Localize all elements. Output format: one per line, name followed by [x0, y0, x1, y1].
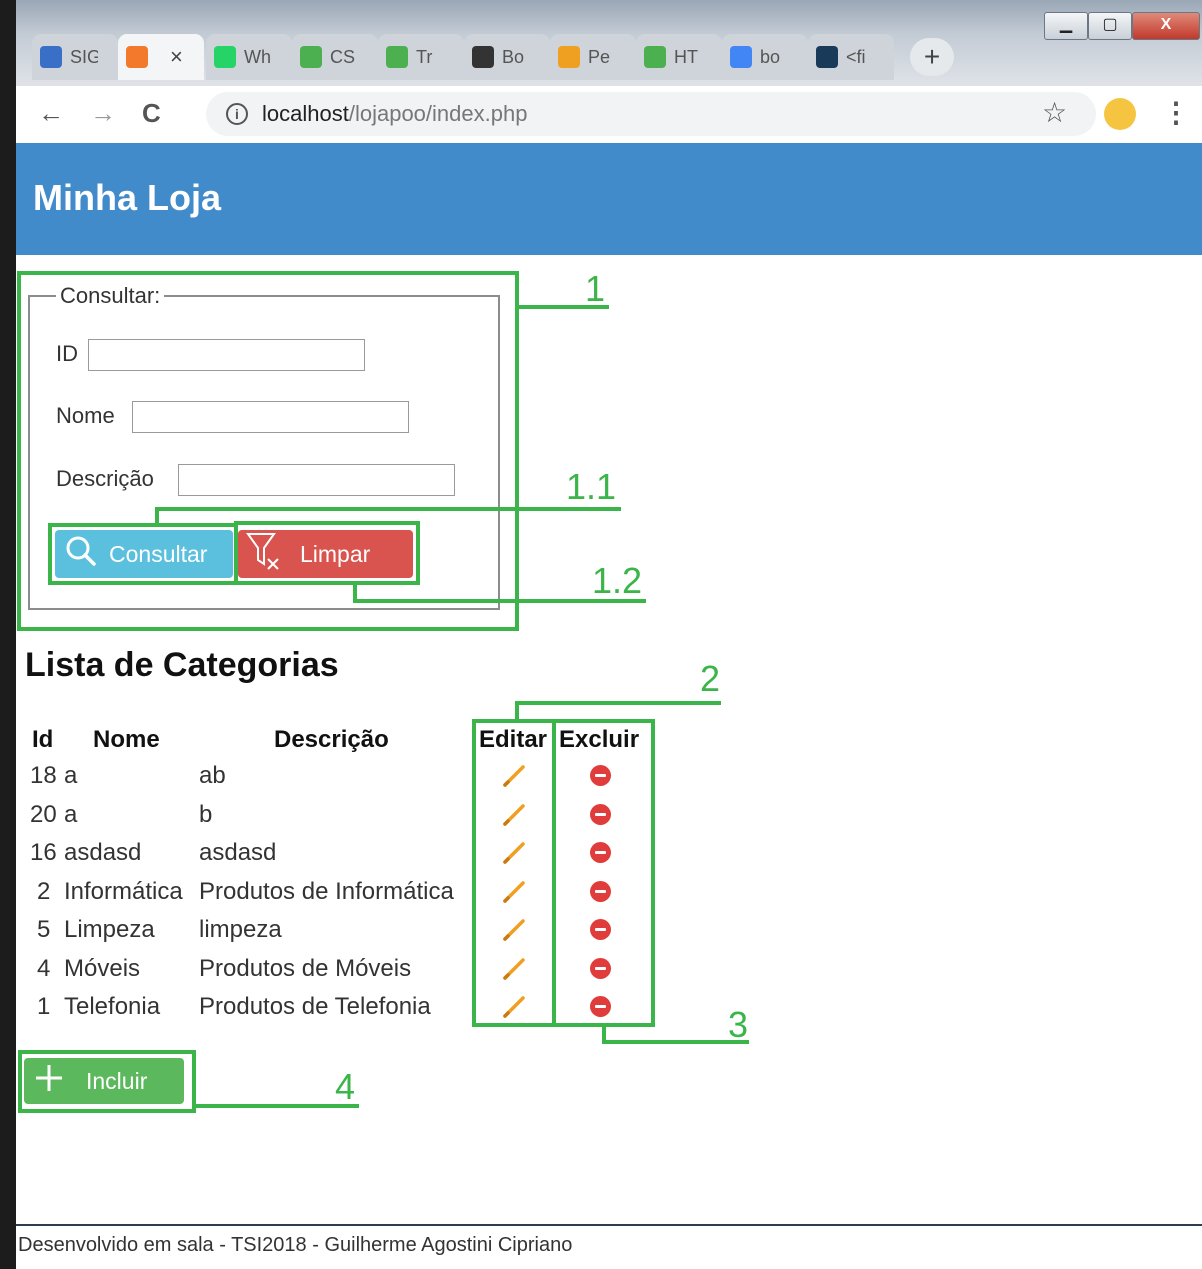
cell-id: 20 [30, 801, 57, 828]
maximize-button[interactable]: ▢ [1088, 12, 1132, 40]
cell-id: 5 [37, 916, 51, 943]
col-header-id: Id [32, 726, 54, 753]
cell-id: 1 [37, 993, 51, 1020]
annotation-leader-3b [602, 1040, 749, 1044]
annotation-leader-2b [515, 701, 721, 705]
col-header-nome: Nome [93, 726, 160, 753]
tab-favicon-icon [126, 46, 148, 68]
browser-tab[interactable]: Bo [464, 34, 550, 80]
tab-close-icon[interactable]: × [170, 44, 183, 70]
cell-nome: Informática [64, 878, 183, 905]
browser-tab[interactable]: <fi [808, 34, 894, 80]
annotation-label-4: 4 [335, 1066, 356, 1107]
profile-avatar[interactable] [1104, 98, 1136, 130]
annotation-box-2 [472, 719, 556, 1027]
tab-favicon-icon [730, 46, 752, 68]
minimize-button[interactable]: ▁ [1044, 12, 1088, 40]
annotation-box-3 [552, 719, 655, 1027]
annotation-label-3: 3 [728, 1004, 749, 1045]
annotation-box-4 [18, 1050, 196, 1113]
tab-title: <fi [846, 46, 866, 67]
tab-title: Wh [244, 46, 271, 67]
address-path: /lojapoo/index.php [348, 101, 528, 126]
back-button[interactable]: ← [38, 98, 64, 129]
browser-tab[interactable]: Tr [378, 34, 464, 80]
address-host: localhost [262, 101, 349, 126]
annotation-leader-1-1b [155, 507, 621, 511]
tab-favicon-icon [472, 46, 494, 68]
cell-nome: a [64, 801, 78, 828]
browser-tab[interactable]: CS [292, 34, 378, 80]
new-tab-button[interactable]: + [910, 38, 954, 76]
cell-nome: Limpeza [64, 916, 155, 943]
cell-descricao: Produtos de Telefonia [199, 993, 431, 1020]
browser-tab[interactable]: SIG [32, 34, 118, 80]
annotation-label-1-1: 1.1 [566, 466, 617, 507]
cell-nome: asdasd [64, 839, 142, 866]
tab-favicon-icon [644, 46, 666, 68]
tab-title: HT [674, 46, 698, 67]
site-info-icon[interactable]: i [226, 103, 248, 125]
browser-tab[interactable]: bo [722, 34, 808, 80]
footer-divider [16, 1224, 1202, 1226]
tab-title: Tr [416, 46, 433, 67]
tab-favicon-icon [214, 46, 236, 68]
annotation-label-1: 1 [585, 268, 606, 309]
browser-menu-icon[interactable]: ⋮ [1162, 96, 1190, 129]
bookmark-star-icon[interactable]: ☆ [1042, 96, 1067, 129]
cell-nome: Telefonia [64, 993, 161, 1020]
cell-id: 16 [30, 839, 57, 866]
address-bar[interactable]: i localhost/lojapoo/index.php [206, 92, 1096, 136]
annotation-box-1-1 [48, 523, 238, 585]
annotation-box-1-2 [234, 521, 420, 585]
tab-title: Bo [502, 46, 525, 67]
cell-descricao: ab [199, 762, 226, 789]
reload-button[interactable]: C [142, 98, 161, 129]
cell-id: 4 [37, 955, 51, 982]
tab-favicon-icon [816, 46, 838, 68]
tab-title: CS [330, 46, 356, 67]
cell-nome: a [64, 762, 78, 789]
brand-title[interactable]: Minha Loja [33, 177, 221, 219]
window-frame [0, 0, 16, 1269]
tab-favicon-icon [386, 46, 408, 68]
cell-descricao: asdasd [199, 839, 277, 866]
tab-favicon-icon [300, 46, 322, 68]
col-header-descricao: Descrição [274, 726, 389, 753]
window-close-button[interactable]: X [1132, 12, 1200, 40]
tab-title: SIG [70, 46, 98, 67]
browser-tab[interactable]: Pe [550, 34, 636, 80]
cell-id: 18 [30, 762, 57, 789]
tab-favicon-icon [558, 46, 580, 68]
cell-descricao: Produtos de Móveis [199, 955, 412, 982]
cell-nome: Móveis [64, 955, 141, 982]
annotation-label-1-2: 1.2 [592, 560, 643, 601]
forward-button[interactable]: → [90, 98, 116, 129]
tab-title: Pe [588, 46, 611, 67]
cell-id: 2 [37, 878, 51, 905]
browser-toolbar: ← → C i localhost/lojapoo/index.php ☆ ⋮ [16, 86, 1202, 142]
list-title: Lista de Categorias [25, 646, 339, 684]
cell-descricao: Produtos de Informática [199, 878, 454, 905]
tab-favicon-icon [40, 46, 62, 68]
browser-tab[interactable]: Wh [206, 34, 292, 80]
annotation-label-2: 2 [700, 658, 721, 699]
cell-descricao: b [199, 801, 213, 828]
navbar: Minha Loja [16, 143, 1202, 255]
footer-text: Desenvolvido em sala - TSI2018 - Guilher… [18, 1234, 573, 1256]
browser-tab[interactable]: × [118, 34, 204, 80]
tab-title: bo [760, 46, 781, 67]
browser-tab[interactable]: HT [636, 34, 722, 80]
cell-descricao: limpeza [199, 916, 282, 943]
